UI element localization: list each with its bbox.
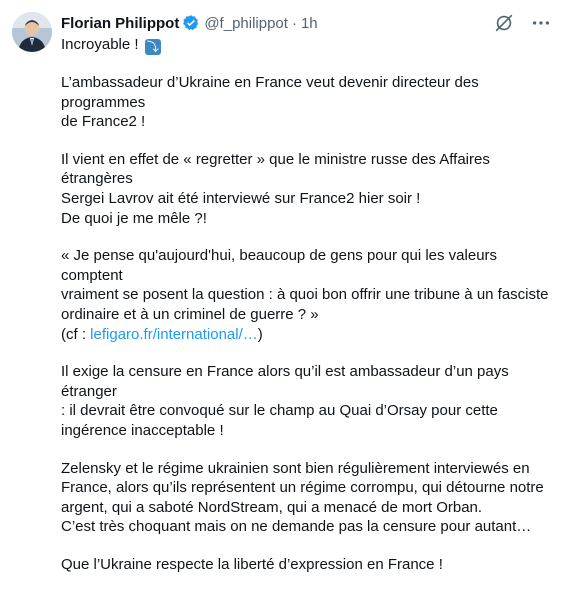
avatar[interactable] bbox=[12, 12, 52, 52]
tweet-line: « Je pense qu'aujourd'hui, beaucoup de g… bbox=[61, 247, 498, 284]
tweet-paragraph: Zelensky et le régime ukrainien sont bie… bbox=[61, 459, 551, 537]
tweet-line: : il devrait être convoqué sur le champ … bbox=[61, 402, 498, 420]
tweet-line: Il vient en effet de « regretter » que l… bbox=[61, 150, 490, 188]
author-handle[interactable]: @f_philippot bbox=[204, 15, 288, 32]
citation-suffix: ) bbox=[257, 325, 263, 343]
tweet-text: Incroyable ! ⤵ L’ambassadeur d’Ukraine e… bbox=[61, 35, 551, 592]
tweet-line: C’est très choquant mais on ne demande p… bbox=[61, 518, 532, 536]
tweet-paragraph: Que l’Ukraine respecte la liberté d’expr… bbox=[61, 555, 551, 575]
tweet[interactable]: Florian Philippot @f_philippot · 1h Incr… bbox=[0, 0, 581, 573]
tweet-line: Incroyable ! bbox=[61, 36, 139, 53]
tweet-paragraph: Il vient en effet de « regretter » que l… bbox=[61, 150, 551, 228]
tweet-header: Florian Philippot @f_philippot · 1h bbox=[61, 12, 318, 34]
article-link[interactable]: lefigaro.fr/international/… bbox=[90, 326, 258, 343]
citation-line: (cf : lefigaro.fr/international/…) bbox=[61, 325, 551, 345]
tweet-line: France, alors qu’ils représentent un rég… bbox=[61, 479, 544, 497]
avatar-image bbox=[12, 12, 52, 52]
separator-dot: · bbox=[291, 14, 297, 32]
grok-icon[interactable] bbox=[493, 12, 515, 34]
verified-badge-icon bbox=[182, 14, 200, 32]
tweet-line: de France2 ! bbox=[61, 113, 146, 131]
tweet-line: L’ambassadeur d’Ukraine en France veut d… bbox=[61, 74, 479, 111]
arrow-down-emoji-icon: ⤵ bbox=[144, 39, 161, 55]
tweet-paragraph: Il exige la censure en France alors qu’i… bbox=[61, 362, 551, 440]
tweet-line: Il exige la censure en France alors qu’i… bbox=[61, 363, 509, 400]
tweet-line: ingérence inacceptable ! bbox=[61, 421, 224, 439]
tweet-paragraph: L’ambassadeur d’Ukraine en France veut d… bbox=[61, 73, 551, 132]
author-name[interactable]: Florian Philippot bbox=[61, 15, 179, 32]
tweet-paragraph: « Je pense qu'aujourd'hui, beaucoup de g… bbox=[61, 246, 551, 344]
tweet-line: Que l’Ukraine respecte la liberté d’expr… bbox=[61, 555, 443, 573]
tweet-line: ordinaire et à un criminel de guerre ? » bbox=[61, 305, 319, 323]
tweet-line: Sergei Lavrov ait été interviewé sur Fra… bbox=[61, 189, 421, 207]
tweet-first-line: Incroyable ! ⤵ bbox=[61, 35, 551, 55]
tweet-line: Zelensky et le régime ukrainien sont bie… bbox=[61, 459, 530, 477]
tweet-line: argent, qui a saboté NordStream, qui a m… bbox=[61, 498, 483, 516]
tweet-line: vraiment se posent la question : à quoi … bbox=[61, 286, 549, 304]
timestamp[interactable]: 1h bbox=[301, 15, 318, 32]
citation-prefix: (cf : bbox=[61, 325, 91, 343]
tweet-line: De quoi je me mêle ?! bbox=[61, 209, 207, 227]
more-icon[interactable] bbox=[530, 12, 552, 34]
